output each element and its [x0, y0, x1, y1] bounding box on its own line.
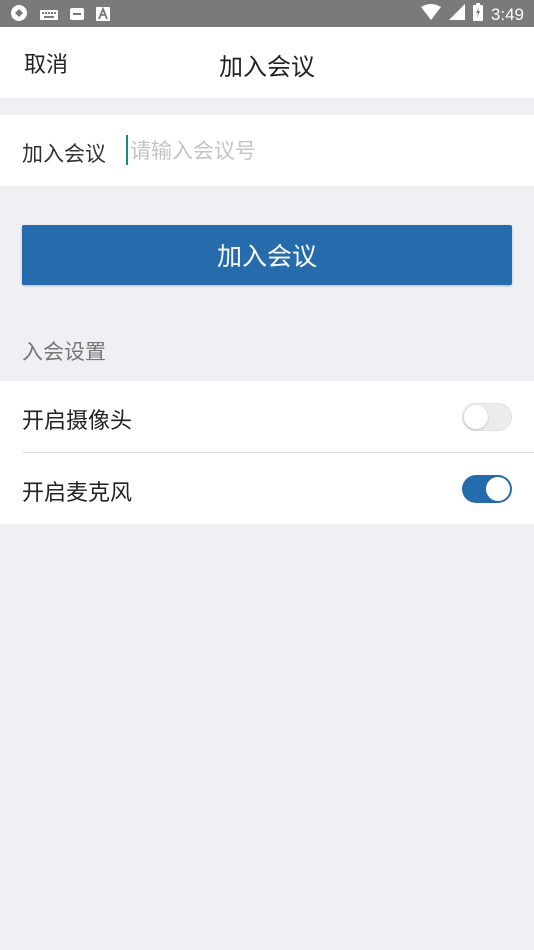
setting-row-camera: 开启摄像头: [0, 381, 534, 453]
microphone-toggle[interactable]: [462, 475, 512, 503]
join-meeting-button[interactable]: 加入会议: [22, 225, 512, 285]
status-time: 3:49: [490, 4, 524, 24]
settings-list: 开启摄像头 开启麦克风: [0, 381, 534, 524]
setting-row-microphone: 开启麦克风: [0, 453, 534, 524]
camera-toggle[interactable]: [462, 403, 512, 431]
signal-icon: [448, 4, 465, 24]
settings-section-header: 入会设置: [22, 340, 106, 364]
page-title: 加入会议: [219, 53, 315, 81]
keyboard-icon: [40, 6, 58, 25]
microphone-setting-label: 开启麦克风: [22, 481, 133, 506]
meeting-number-input[interactable]: [130, 133, 510, 169]
status-bar-left: [10, 4, 110, 26]
wifi-icon: [420, 4, 441, 24]
nav-bar: 取消 加入会议: [0, 27, 534, 98]
text-caret: [126, 135, 128, 165]
battery-icon: [472, 3, 483, 25]
toggle-knob: [486, 477, 510, 501]
status-bar: 3:49: [0, 0, 534, 27]
sync-icon: [10, 4, 28, 26]
mail-icon: [70, 6, 84, 25]
toggle-knob: [464, 405, 488, 429]
meeting-number-label: 加入会议: [22, 142, 106, 166]
meeting-number-row: 加入会议: [0, 115, 534, 186]
status-bar-right: 3:49: [420, 3, 524, 25]
camera-setting-label: 开启摄像头: [22, 409, 133, 434]
a-icon: [96, 6, 110, 25]
